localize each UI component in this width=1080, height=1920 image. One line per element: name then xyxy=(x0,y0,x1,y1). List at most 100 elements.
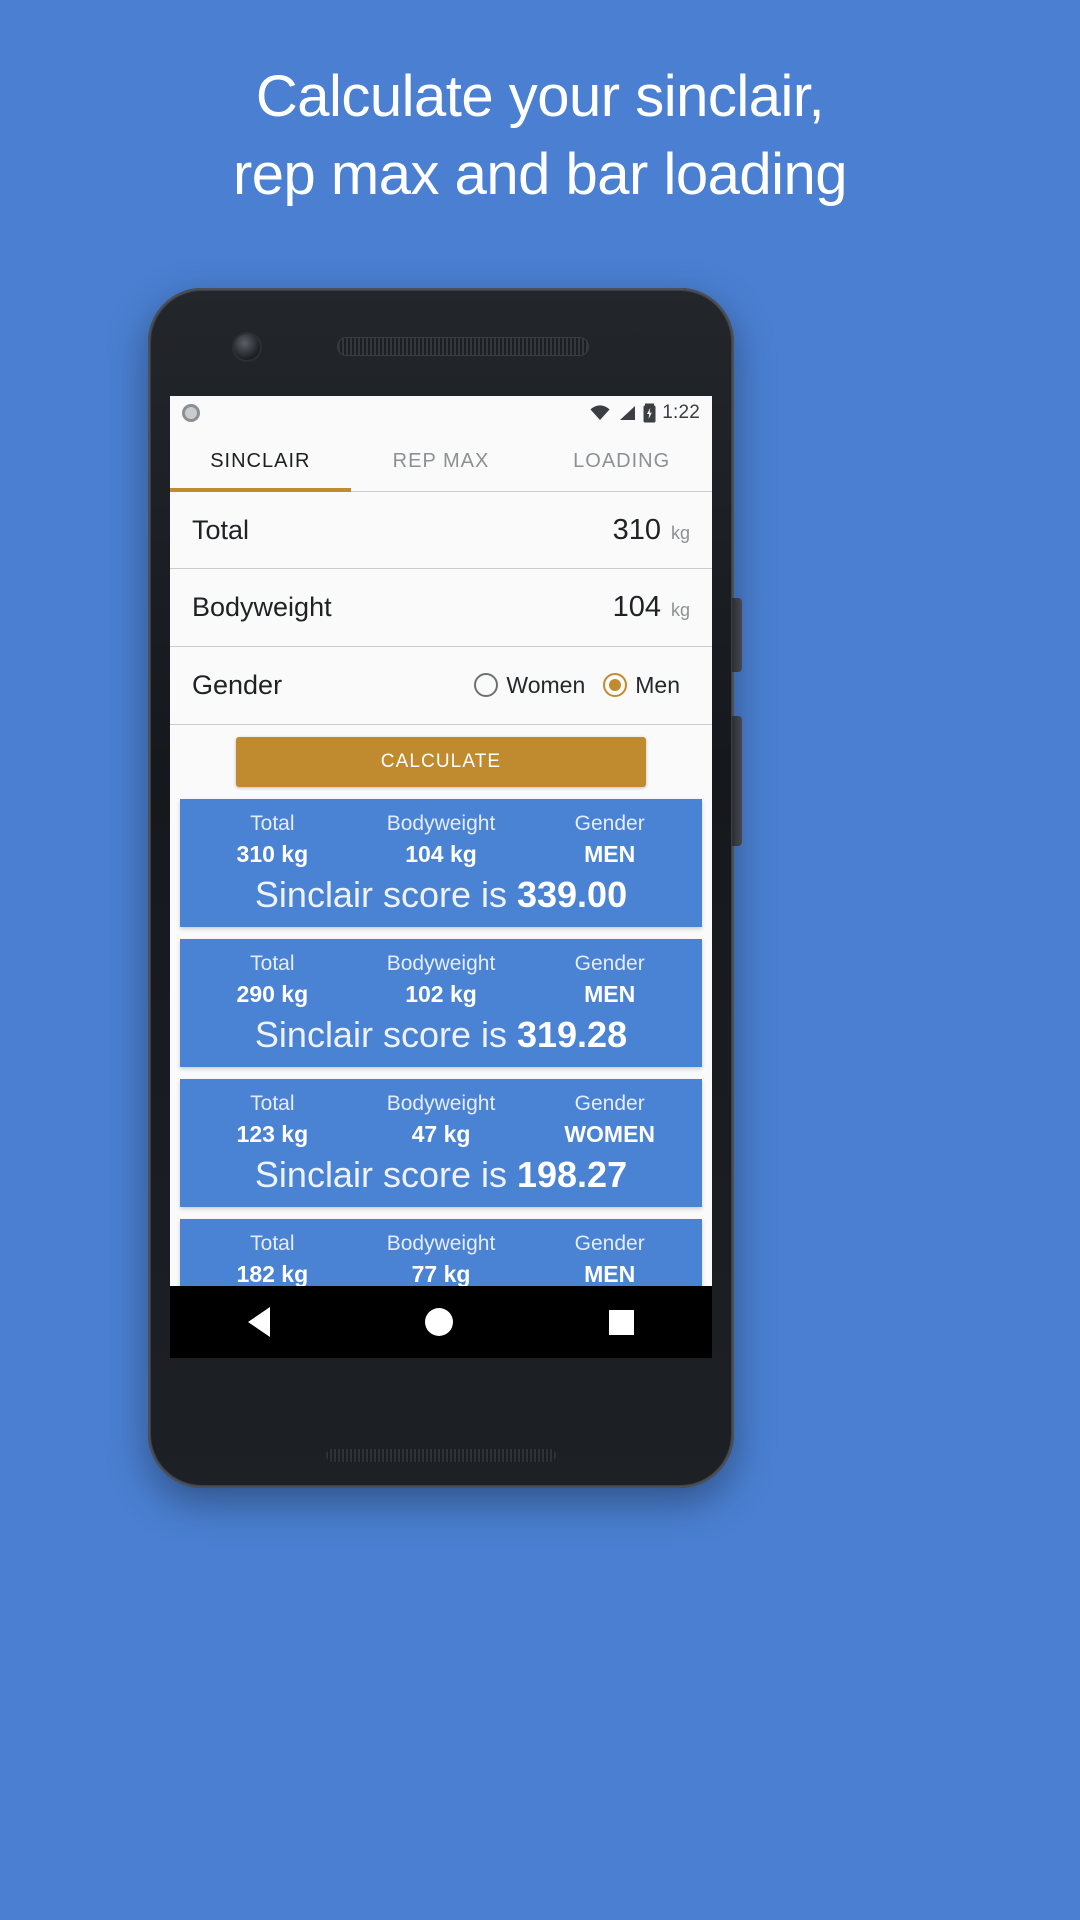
result-gender-header: Gender xyxy=(574,1231,645,1255)
result-bodyweight-header: Bodyweight xyxy=(386,1231,496,1255)
row-total[interactable]: Total 310 kg xyxy=(170,490,712,570)
notification-circle-icon xyxy=(182,404,200,422)
radio-women-icon[interactable] xyxy=(474,673,499,697)
result-bodyweight-header: Bodyweight xyxy=(386,811,496,835)
tab-rep-max[interactable]: REP MAX xyxy=(351,430,532,492)
total-input[interactable]: 310 xyxy=(613,514,661,547)
result-bodyweight: Bodyweight 104 kg xyxy=(357,809,526,869)
result-card[interactable]: Total 290 kg Bodyweight 102 kg Gender ME… xyxy=(180,938,702,1067)
result-total-header: Total xyxy=(250,811,295,835)
result-bodyweight-value: 102 kg xyxy=(405,980,477,1007)
result-gender: Gender MEN xyxy=(525,1229,694,1289)
result-total-header: Total xyxy=(250,1231,295,1255)
result-total: Total 310 kg xyxy=(188,809,357,869)
result-card-columns: Total 290 kg Bodyweight 102 kg Gender ME… xyxy=(188,949,694,1009)
bottom-speaker xyxy=(326,1449,556,1462)
result-bodyweight-value: 47 kg xyxy=(411,1120,471,1147)
result-score-prefix: Sinclair score is xyxy=(254,1013,517,1055)
status-bar: 1:22 xyxy=(170,396,712,430)
earpiece-speaker xyxy=(338,338,588,355)
result-score-value: 319.28 xyxy=(516,1013,628,1055)
bodyweight-value-group[interactable]: 104 kg xyxy=(613,591,690,624)
result-gender-value: MEN xyxy=(584,840,636,867)
result-total: Total 182 kg xyxy=(188,1229,357,1289)
result-gender: Gender MEN xyxy=(525,809,694,869)
result-total: Total 290 kg xyxy=(188,949,357,1009)
promo-screenshot: Calculate your sinclair, rep max and bar… xyxy=(0,0,1080,1920)
result-total-value: 290 kg xyxy=(236,980,309,1007)
tab-loading-label: LOADING xyxy=(573,449,671,472)
total-label: Total xyxy=(192,514,250,545)
calculate-button[interactable]: CALCULATE xyxy=(236,736,646,787)
phone-mockup: 1:22 SINCLAIR REP MAX LOADING Total 310 … xyxy=(148,288,742,1488)
row-gender: Gender Women Men xyxy=(170,645,712,725)
result-score-prefix: Sinclair score is xyxy=(254,873,517,915)
gender-radio-group: Women Men xyxy=(474,672,690,699)
status-bar-time: 1:22 xyxy=(662,402,700,423)
result-score-line: Sinclair score is 198.27 xyxy=(188,1151,694,1199)
result-bodyweight: Bodyweight 102 kg xyxy=(357,949,526,1009)
result-total-value: 310 kg xyxy=(236,840,309,867)
result-card[interactable]: Total 123 kg Bodyweight 47 kg Gender WOM… xyxy=(180,1078,702,1207)
result-gender-value: WOMEN xyxy=(564,1120,656,1147)
total-unit: kg xyxy=(670,522,690,543)
tab-sinclair-label: SINCLAIR xyxy=(210,449,311,472)
result-gender-value: MEN xyxy=(584,980,636,1007)
result-card[interactable]: Total 310 kg Bodyweight 104 kg Gender ME… xyxy=(180,798,702,927)
result-bodyweight-header: Bodyweight xyxy=(386,951,496,975)
result-score-line: Sinclair score is 319.28 xyxy=(188,1011,694,1059)
result-score-line: Sinclair score is 339.00 xyxy=(188,871,694,919)
status-bar-right: 1:22 xyxy=(589,402,700,424)
status-bar-left xyxy=(182,404,200,422)
android-navigation-bar xyxy=(170,1286,712,1358)
front-camera-icon xyxy=(234,334,260,360)
result-total-header: Total xyxy=(250,1091,295,1115)
volume-button[interactable] xyxy=(732,716,742,846)
result-card-columns: Total 123 kg Bodyweight 47 kg Gender WOM… xyxy=(188,1089,694,1149)
tab-rep-max-label: REP MAX xyxy=(392,449,490,472)
gender-option-women[interactable]: Women xyxy=(474,672,595,699)
result-bodyweight-value: 77 kg xyxy=(411,1260,471,1287)
power-button[interactable] xyxy=(732,598,742,672)
result-bodyweight-header: Bodyweight xyxy=(386,1091,496,1115)
recents-square-icon[interactable] xyxy=(609,1309,635,1335)
wifi-icon xyxy=(590,405,610,420)
total-value-group[interactable]: 310 kg xyxy=(613,514,690,547)
signal-icon xyxy=(620,406,636,420)
result-score-value: 339.00 xyxy=(516,873,628,915)
promo-headline-line2: rep max and bar loading xyxy=(232,142,848,207)
gender-label: Gender xyxy=(192,669,283,700)
result-gender-header: Gender xyxy=(574,1091,645,1115)
result-total-value: 123 kg xyxy=(236,1120,309,1147)
back-triangle-icon[interactable] xyxy=(247,1307,270,1337)
battery-charging-icon xyxy=(643,403,656,423)
result-gender-header: Gender xyxy=(574,811,645,835)
bodyweight-unit: kg xyxy=(670,600,690,620)
result-total-value: 182 kg xyxy=(236,1260,309,1287)
tab-sinclair[interactable]: SINCLAIR xyxy=(170,430,351,492)
results-list: Total 310 kg Bodyweight 104 kg Gender ME… xyxy=(170,796,712,1347)
calculate-button-label: CALCULATE xyxy=(380,750,502,772)
gender-option-men[interactable]: Men xyxy=(603,672,690,699)
radio-men-icon[interactable] xyxy=(603,673,628,697)
result-card-columns: Total 310 kg Bodyweight 104 kg Gender ME… xyxy=(188,809,694,869)
result-bodyweight-value: 104 kg xyxy=(405,840,477,867)
result-bodyweight: Bodyweight 47 kg xyxy=(357,1089,526,1149)
result-gender: Gender WOMEN xyxy=(525,1089,694,1149)
result-gender-value: MEN xyxy=(584,1260,636,1287)
bodyweight-label: Bodyweight xyxy=(192,592,332,622)
radio-men-label: Men xyxy=(635,671,680,698)
bodyweight-input[interactable]: 104 xyxy=(613,591,661,624)
calculate-wrap: CALCULATE xyxy=(170,724,712,797)
result-total-header: Total xyxy=(250,951,295,975)
radio-women-label: Women xyxy=(506,671,586,698)
home-circle-icon[interactable] xyxy=(425,1308,454,1336)
result-bodyweight: Bodyweight 77 kg xyxy=(357,1229,526,1289)
phone-screen: 1:22 SINCLAIR REP MAX LOADING Total 310 … xyxy=(170,396,712,1358)
result-gender: Gender MEN xyxy=(525,949,694,1009)
result-gender-header: Gender xyxy=(574,951,645,975)
result-card-columns: Total 182 kg Bodyweight 77 kg Gender MEN xyxy=(188,1229,694,1289)
promo-headline-line1: Calculate your sinclair, xyxy=(255,64,825,129)
row-bodyweight[interactable]: Bodyweight 104 kg xyxy=(170,568,712,647)
tab-loading[interactable]: LOADING xyxy=(531,430,712,492)
